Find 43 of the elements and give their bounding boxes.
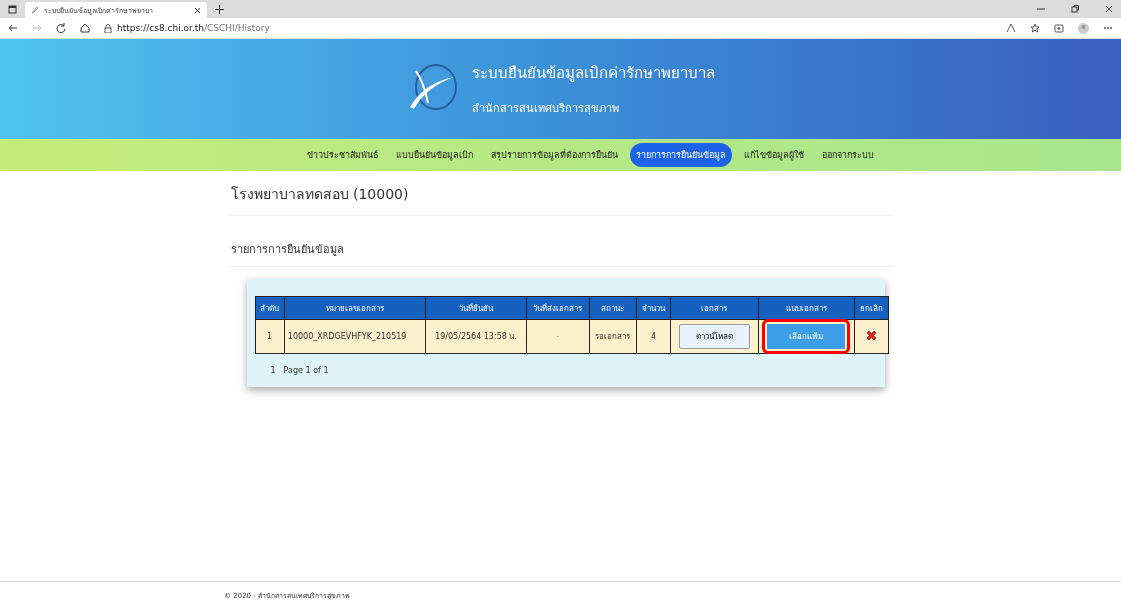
download-button[interactable]: ดาวน์โหลด (678, 324, 750, 349)
delete-icon[interactable] (864, 329, 878, 342)
table-cell: - (526, 319, 590, 354)
column-header: ลำดับ (255, 296, 285, 320)
column-header: แนบเอกสาร (758, 296, 855, 320)
table-cell: รอเอกสาร (589, 319, 637, 354)
more-icon[interactable] (1103, 26, 1113, 30)
section-title: รายการการยืนยันข้อมูล (228, 216, 893, 267)
page-info: Page 1 of 1 (283, 366, 329, 375)
site-subtitle: สำนักสารสนเทศบริการสุขภาพ (472, 101, 620, 117)
page-number[interactable]: 1 (270, 366, 276, 375)
hospital-name: โรงพยาบาลทดสอบ (10000) (228, 181, 893, 216)
column-header: วันที่ยืนยัน (425, 296, 527, 320)
column-header: เอกสาร (670, 296, 759, 320)
column-header: จำนวน (636, 296, 671, 320)
close-icon[interactable] (194, 6, 201, 14)
collections-icon[interactable] (1054, 23, 1064, 33)
lock-icon (104, 23, 112, 33)
column-header: สถานะ (589, 296, 637, 320)
restore-icon[interactable] (1071, 5, 1079, 13)
table-cell: 1 (255, 319, 285, 354)
table-cell: 19/05/2564 13:58 น. (425, 319, 527, 354)
nav-link[interactable]: สรุปรายการข้อมูลที่ต้องการยืนยัน (485, 143, 624, 167)
sidebar-icon[interactable] (8, 4, 17, 14)
back-icon[interactable] (8, 23, 18, 33)
profile-icon[interactable] (1078, 22, 1089, 34)
nav-link[interactable]: ข่าวประชาสัมพันธ์ (301, 143, 384, 167)
column-header: หมายเลขเอกสาร (284, 296, 426, 320)
refresh-icon[interactable] (56, 23, 66, 33)
nav-link[interactable]: ออกจากระบบ (816, 143, 880, 167)
nav-link[interactable]: แก้ไขข้อมูลผู้ใช้ (738, 143, 810, 167)
nav-link[interactable]: แบบยืนยันข้อมูลเบิก (390, 143, 479, 167)
nav-link[interactable]: รายการการยืนยันข้อมูล (630, 143, 732, 167)
close-icon[interactable] (1105, 5, 1113, 13)
site-title: ระบบยืนยันข้อมูลเบิกค่ารักษาพยาบาล (472, 63, 715, 84)
home-icon[interactable] (80, 23, 90, 33)
column-header: ยกเลิก (854, 296, 888, 320)
column-header: วันที่ส่งเอกสาร (526, 296, 590, 320)
favorites-icon[interactable] (1030, 23, 1040, 33)
address-bar[interactable]: https://cs8.chi.or.th/CSCHI/History (104, 23, 270, 33)
new-tab-icon[interactable] (215, 4, 224, 14)
table-cell: 10000_XRDGEVHFYK_210519 (284, 319, 426, 354)
minimize-icon[interactable] (1037, 5, 1045, 13)
